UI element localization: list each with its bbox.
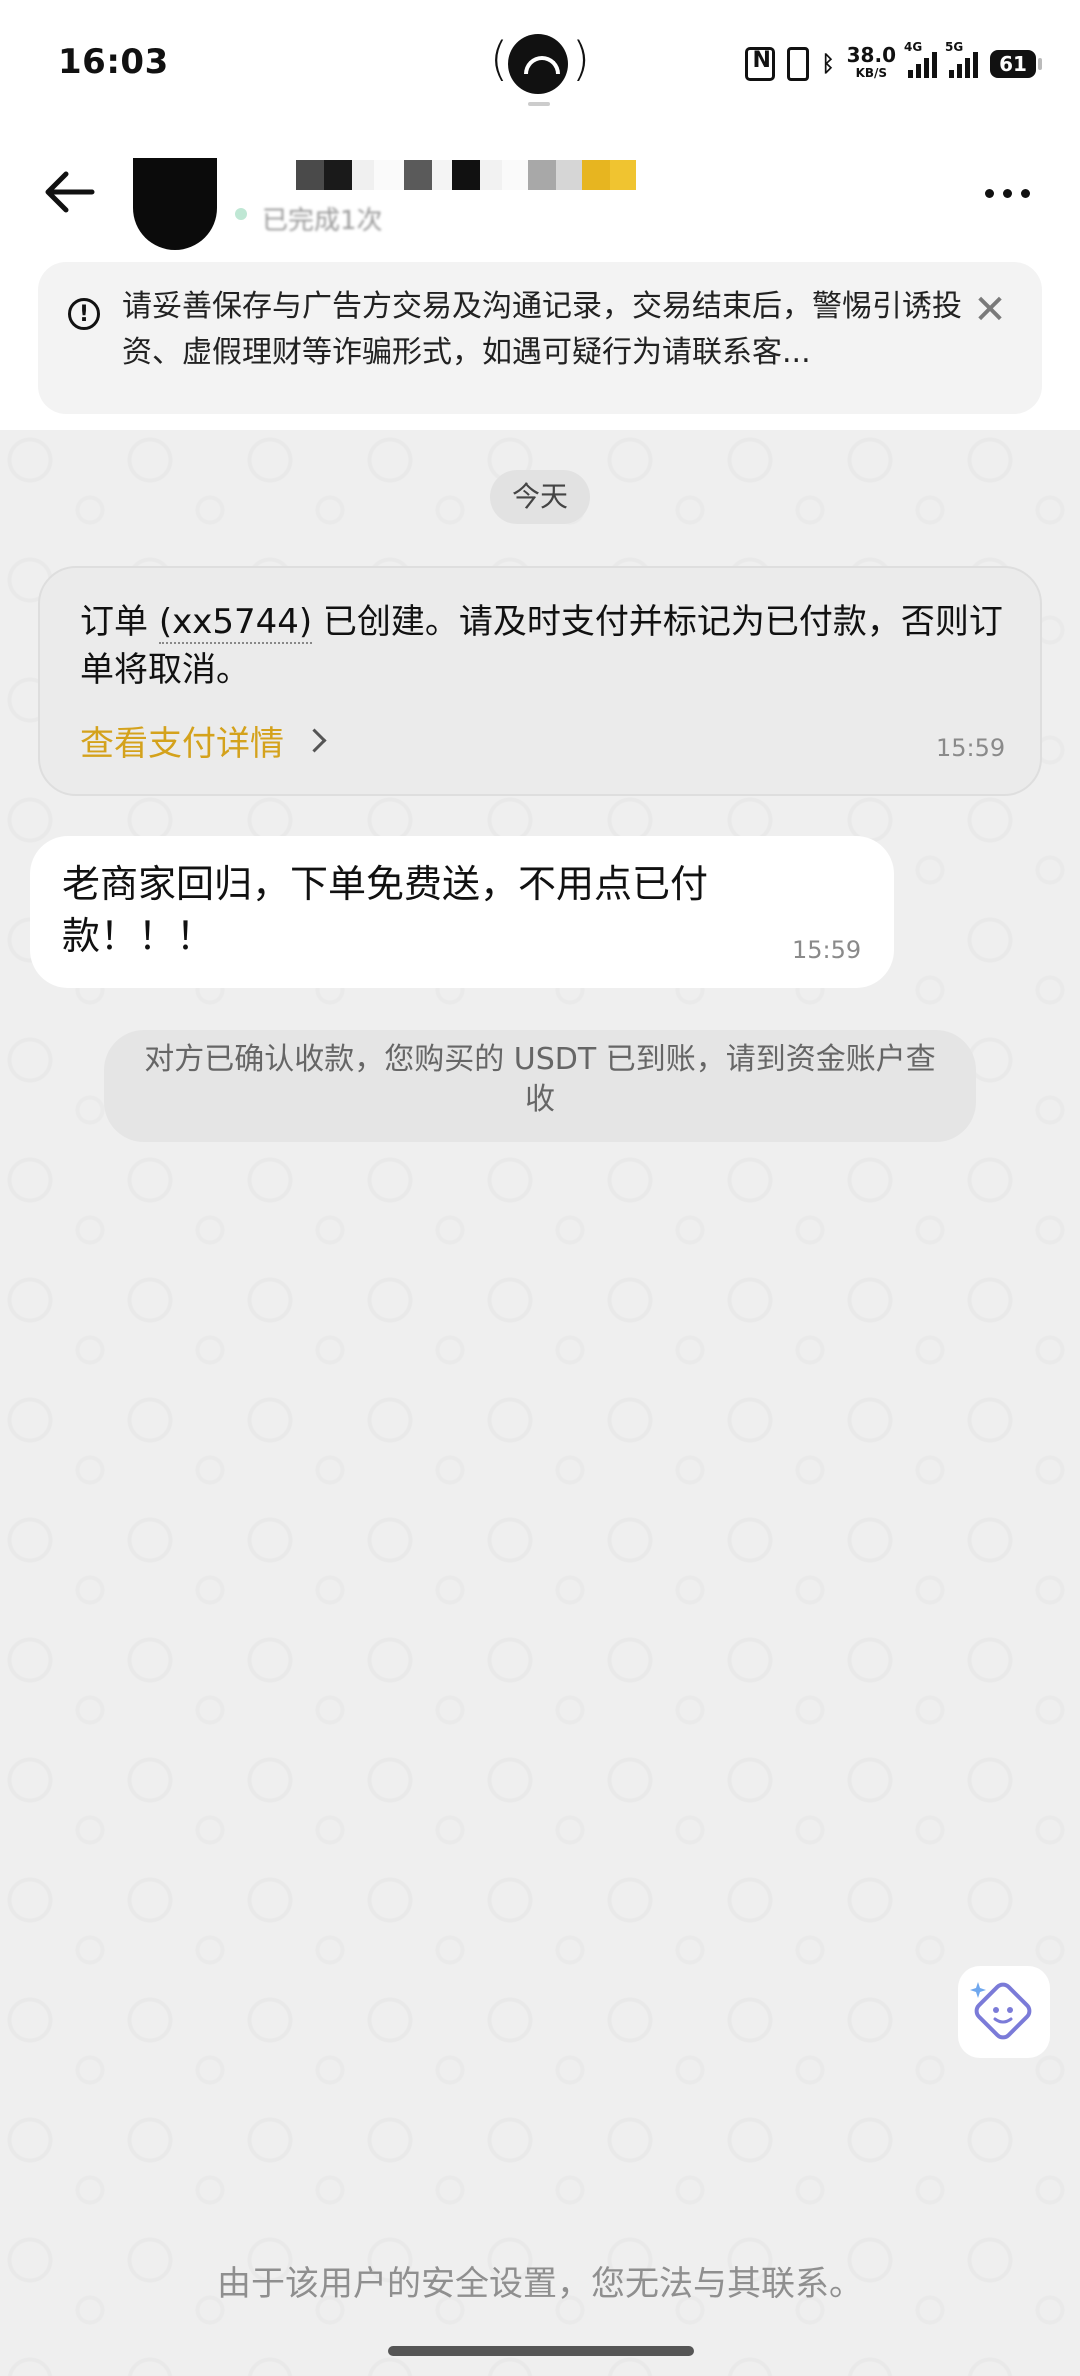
network-speed: 38.0 KB/S: [846, 43, 896, 80]
status-bar: 16:03 ( ) ᛒ 38.0 KB/S 4G 5G 61: [0, 0, 1080, 130]
status-time: 16:03: [58, 42, 169, 82]
incoming-message-bubble[interactable]: 老商家回归，下单免费送，不用点已付款！！！ 15:59: [30, 836, 894, 988]
chevron-right-icon: [302, 728, 327, 753]
more-options-button[interactable]: [985, 178, 1045, 208]
notice-text: 请妥善保存与广告方交易及沟通记录，交易结束后，警惕引诱投资、虚假理财等诈骗形式，…: [122, 289, 962, 370]
status-icons: ᛒ 38.0 KB/S 4G 5G 61: [745, 40, 1042, 84]
bluetooth-icon: ᛒ: [821, 51, 835, 77]
message-time: 15:59: [936, 734, 1006, 762]
battery-icon: 61: [990, 50, 1042, 78]
robot-face-icon: [970, 1982, 1032, 2040]
order-id[interactable]: (xx5744): [158, 602, 313, 644]
dynamic-island-icon: ( ): [490, 30, 590, 106]
more-horizontal-icon: [985, 188, 994, 198]
view-payment-details-link[interactable]: 查看支付详情: [80, 716, 327, 765]
message-time: 15:59: [792, 936, 862, 964]
close-notice-button[interactable]: ✕: [972, 290, 1008, 330]
back-button[interactable]: [40, 160, 104, 224]
contact-disabled-notice: 由于该用户的安全设置，您无法与其联系。: [217, 2264, 863, 2304]
signal-5g-icon: 5G: [945, 40, 978, 78]
safety-notice: ! 请妥善保存与广告方交易及沟通记录，交易结束后，警惕引诱投资、虚假理财等诈骗形…: [38, 262, 1042, 414]
signal-4g-icon: 4G: [904, 40, 937, 78]
ai-assistant-button[interactable]: [958, 1966, 1050, 2058]
warning-icon: !: [68, 298, 100, 330]
nfc-icon: [745, 47, 776, 81]
date-divider: 今天: [490, 470, 590, 524]
home-indicator[interactable]: [388, 2346, 694, 2356]
system-message: 对方已确认收款，您购买的 USDT 已到账，请到资金账户查收: [104, 1030, 976, 1142]
completed-trades: 已完成1次: [262, 206, 383, 236]
vibrate-icon: [787, 47, 810, 81]
message-text: 老商家回归，下单免费送，不用点已付款！！！: [62, 862, 709, 958]
order-message: 订单 (xx5744) 已创建。请及时支付并标记为已付款，否则订单将取消。: [80, 602, 1003, 690]
username-redacted: [296, 160, 636, 190]
arrow-left-icon: [45, 171, 95, 213]
chat-header: 已完成1次 ! 请妥善保存与广告方交易及沟通记录，交易结束后，警惕引诱投资、虚假…: [0, 130, 1080, 430]
order-created-card: 订单 (xx5744) 已创建。请及时支付并标记为已付款，否则订单将取消。 查看…: [38, 566, 1042, 796]
avatar[interactable]: [133, 158, 217, 250]
online-status-dot: [235, 208, 247, 220]
